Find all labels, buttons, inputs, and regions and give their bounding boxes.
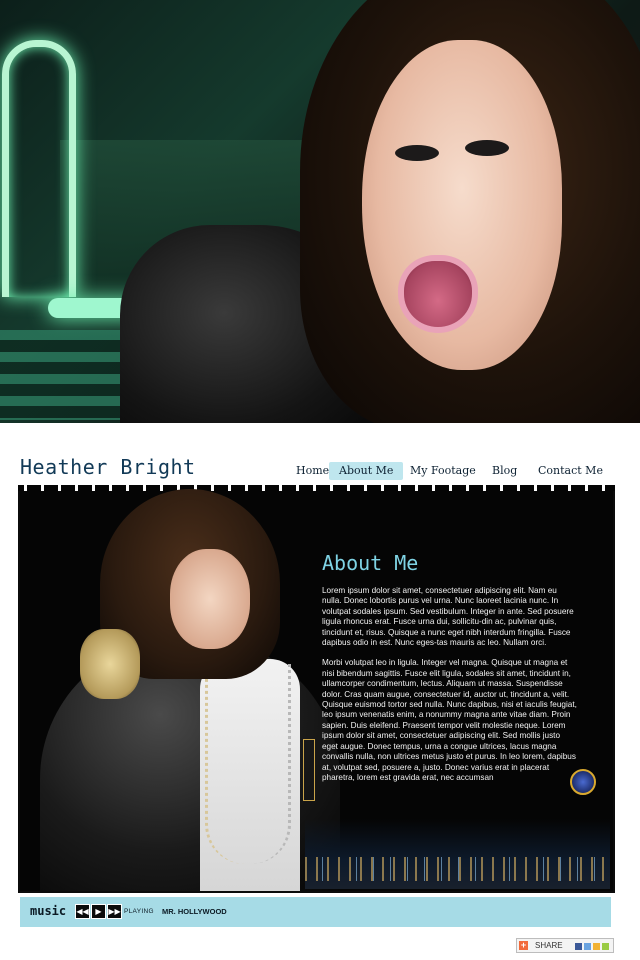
- music-label: music: [30, 904, 67, 918]
- right-eye: [465, 140, 509, 156]
- hero-banner-photo: [0, 0, 640, 423]
- share-button[interactable]: + SHARE: [516, 938, 614, 953]
- track-title: MR. HOLLYWOOD: [162, 907, 227, 916]
- open-mouth: [398, 255, 478, 333]
- about-paragraph: Morbi volutpat leo in ligula. Integer ve…: [322, 658, 577, 782]
- torn-edge: [18, 485, 615, 491]
- facebook-icon: [575, 943, 582, 950]
- plus-icon: +: [519, 940, 528, 950]
- share-label: SHARE: [535, 941, 563, 950]
- delicious-icon: [584, 943, 591, 950]
- artist-blonde-hair: [80, 629, 140, 699]
- main-nav: Home About Me My Footage Blog Contact Me: [0, 462, 640, 482]
- nav-my-footage[interactable]: My Footage: [410, 462, 476, 480]
- rewind-button[interactable]: ◀◀: [75, 904, 90, 919]
- nav-blog[interactable]: Blog: [492, 462, 517, 480]
- digg-icon: [593, 943, 600, 950]
- nav-about-me[interactable]: About Me: [329, 462, 404, 480]
- playing-status: PLAYING: [124, 908, 154, 915]
- content-panel: About Me Lorem ipsum dolor sit amet, con…: [18, 485, 615, 891]
- music-player: music ◀◀ ▶ ▶▶ PLAYING MR. HOLLYWOOD: [20, 897, 611, 927]
- artist-face: [170, 549, 250, 649]
- artist-necklaces: [205, 664, 291, 864]
- forward-button[interactable]: ▶▶: [107, 904, 122, 919]
- neon-arch-light: [2, 40, 76, 297]
- about-paragraph: Lorem ipsum dolor sit amet, consectetuer…: [322, 586, 574, 648]
- city-lights: [305, 857, 610, 881]
- city-skyline: [305, 819, 610, 889]
- nav-home[interactable]: Home: [296, 462, 329, 480]
- bookmark-icon: [602, 943, 609, 950]
- neon-sign: [303, 739, 315, 801]
- about-text: Lorem ipsum dolor sit amet, consectetuer…: [322, 586, 578, 793]
- play-button[interactable]: ▶: [91, 904, 106, 919]
- nav-contact-me[interactable]: Contact Me: [538, 462, 603, 480]
- about-title: About Me: [322, 551, 419, 575]
- share-service-icons: [575, 941, 611, 950]
- left-eye: [395, 145, 439, 161]
